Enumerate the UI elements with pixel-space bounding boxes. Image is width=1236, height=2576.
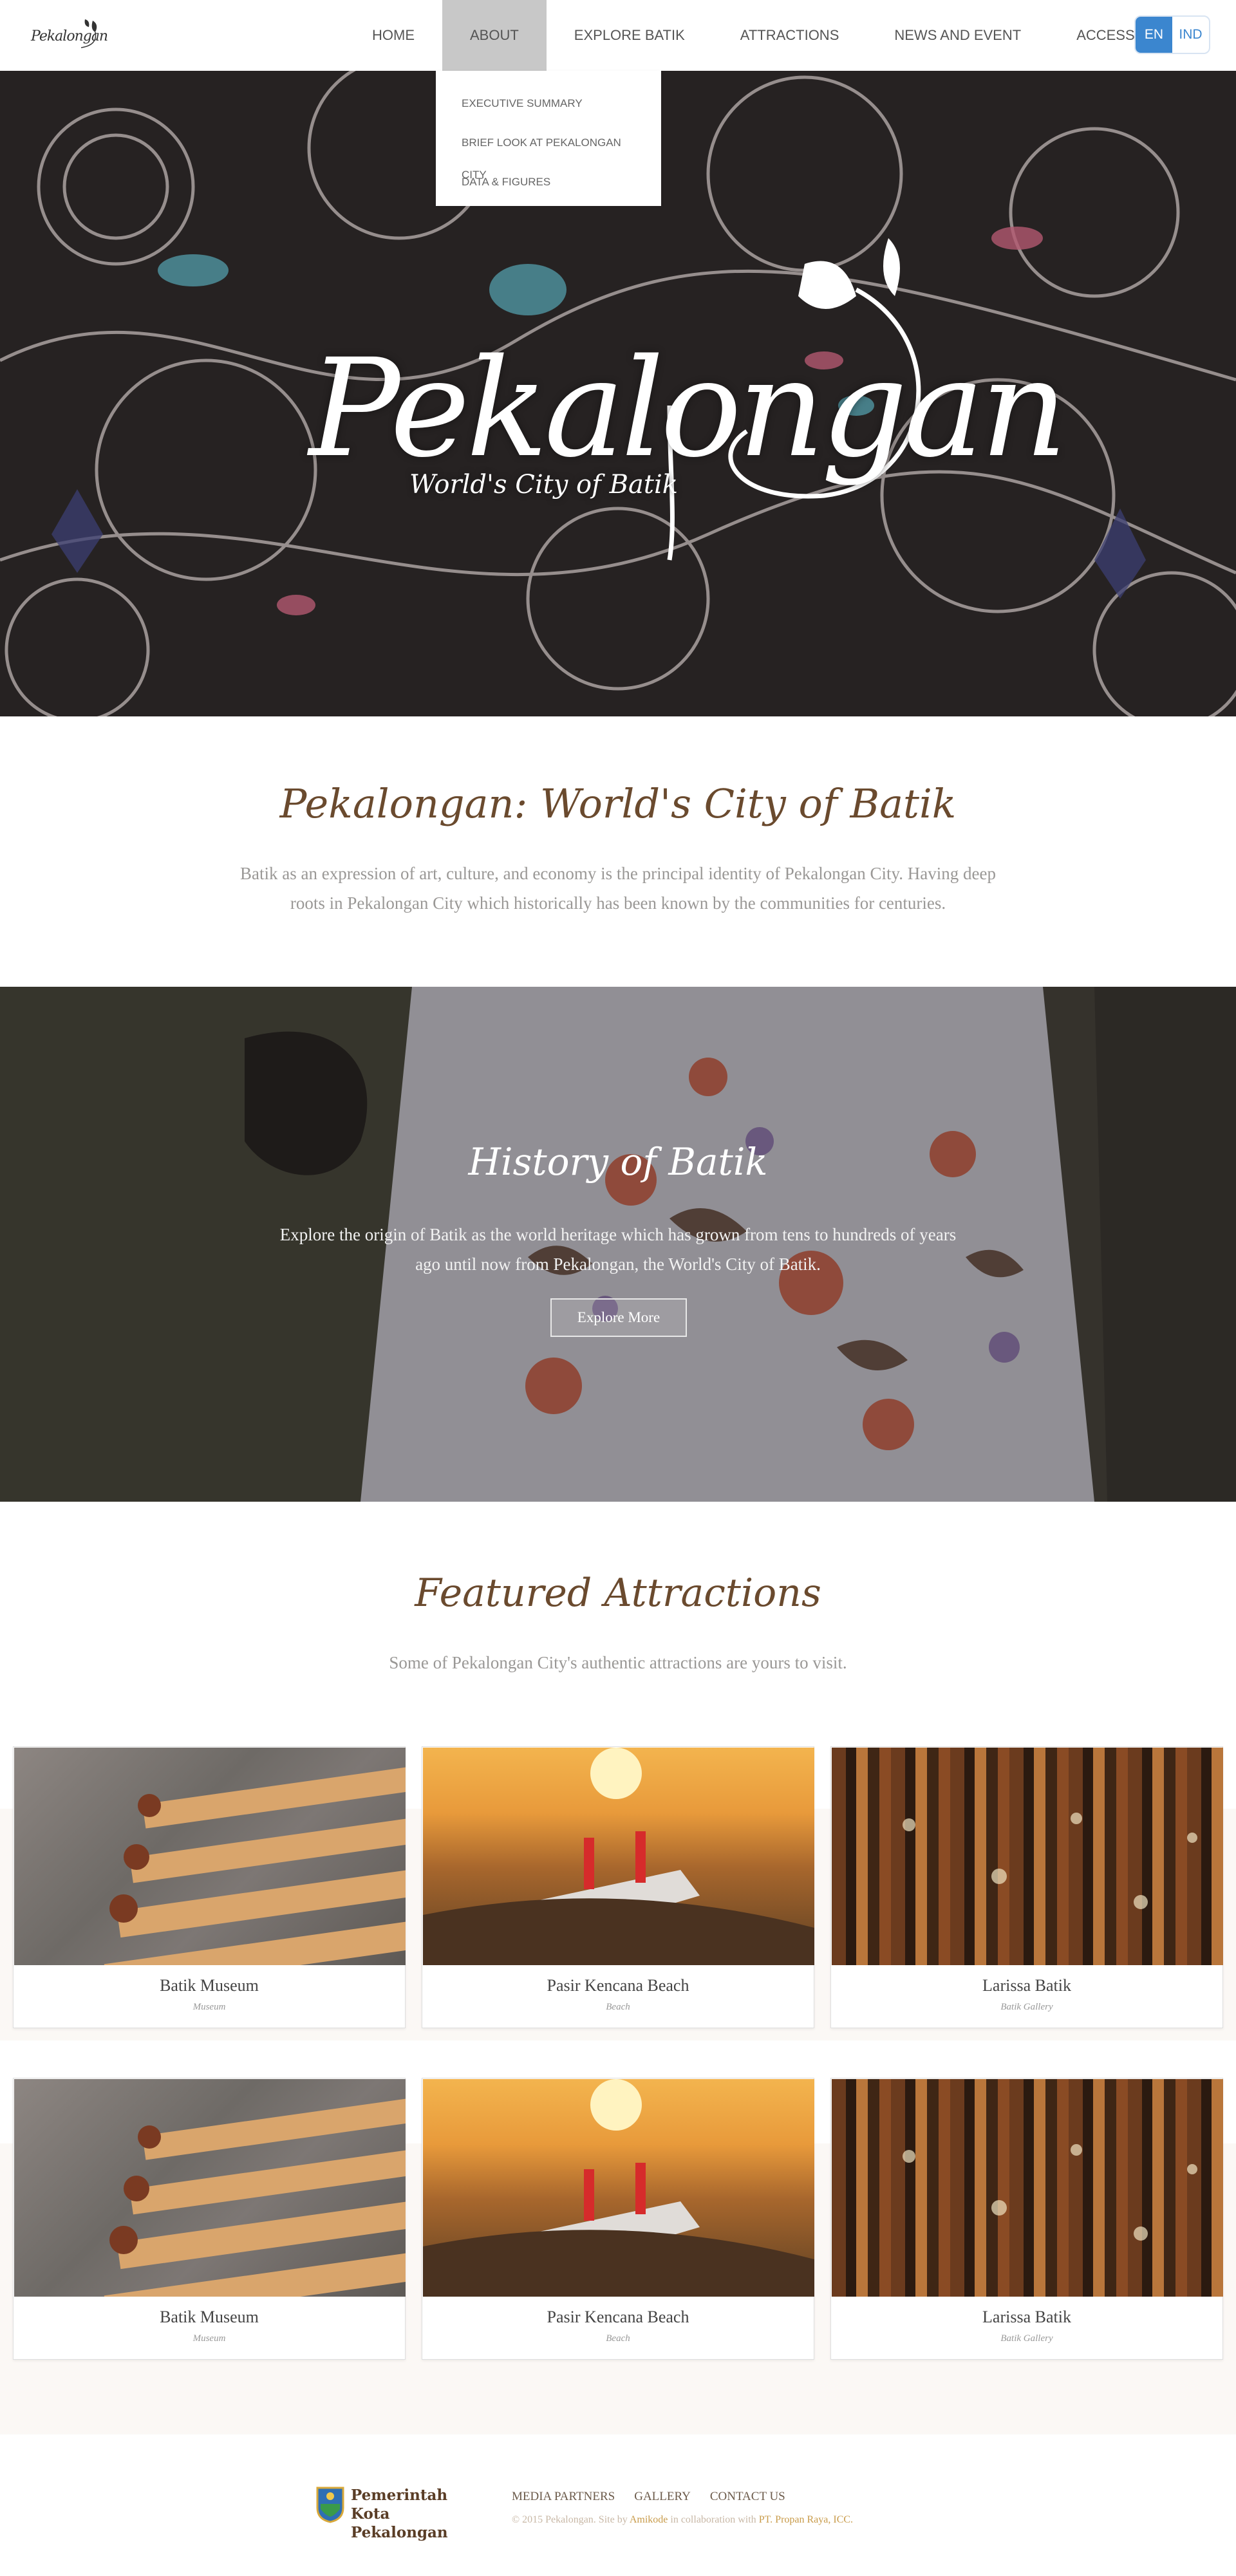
menu-item-home[interactable]: HOME [344, 0, 442, 71]
card-title: Batik Museum [160, 1976, 259, 1995]
lang-ind-button[interactable]: IND [1172, 17, 1209, 53]
card-title: Larissa Batik [982, 1976, 1071, 1995]
dropdown-item-data-figures[interactable]: DATA & FIGURES [436, 166, 661, 205]
card-title: Larissa Batik [982, 2308, 1071, 2326]
site-logo[interactable]: Pekalongan [28, 15, 112, 54]
footer-links: MEDIA PARTNERS GALLERY CONTACT US [512, 2490, 805, 2504]
card-category: Museum [192, 2333, 226, 2344]
menu-item-about[interactable]: ABOUT [442, 0, 547, 71]
dropdown-item-brief-look[interactable]: BRIEF LOOK AT PEKALONGAN CITY [436, 127, 661, 181]
site-footer: Pemerintah Kota Pekalongan MEDIA PARTNER… [0, 2434, 1236, 2576]
card-title: Pasir Kencana Beach [547, 2308, 689, 2326]
card-category: Batik Gallery [1000, 2333, 1053, 2344]
footer-link-media-partners[interactable]: MEDIA PARTNERS [512, 2490, 615, 2504]
top-navbar: Pekalongan HOME ABOUT EXPLORE BATIK ATTR… [0, 0, 1236, 71]
attraction-card[interactable]: Batik Museum Museum [13, 1746, 406, 2028]
language-switcher: EN IND [1134, 15, 1210, 54]
about-dropdown-menu: EXECUTIVE SUMMARY BRIEF LOOK AT PEKALONG… [436, 71, 661, 206]
history-heading: History of Batik [468, 1140, 768, 1184]
footer-logo-line1: Pemerintah [351, 2487, 448, 2504]
footer-link-gallery[interactable]: GALLERY [634, 2490, 691, 2504]
history-section: History of Batik Explore the origin of B… [0, 987, 1236, 1502]
copyright-mid: in collaboration with [670, 2514, 756, 2525]
government-logo[interactable]: Pemerintah Kota Pekalongan [315, 2486, 476, 2541]
batik-gallery-image [832, 2079, 1223, 2297]
intro-paragraph: Batik as an expression of art, culture, … [240, 864, 996, 913]
card-title: Batik Museum [160, 2308, 259, 2326]
lang-en-button[interactable]: EN [1136, 17, 1172, 53]
batik-museum-image [14, 1748, 406, 1965]
copyright-prefix: © 2015 Pekalongan. Site by [512, 2514, 628, 2525]
hero-subtitle: World's City of Batik [409, 470, 678, 499]
main-menu: HOME ABOUT EXPLORE BATIK ATTRACTIONS NEW… [344, 0, 1163, 71]
footer-copyright: © 2015 Pekalongan. Site by Amikode in co… [512, 2514, 853, 2526]
footer-link-contact-us[interactable]: CONTACT US [710, 2490, 785, 2504]
card-title: Pasir Kencana Beach [547, 1976, 689, 1995]
partner-credit-link[interactable]: PT. Propan Raya, ICC. [759, 2514, 853, 2525]
dropdown-item-executive-summary[interactable]: EXECUTIVE SUMMARY [436, 88, 661, 127]
footer-logo-line2: Kota Pekalongan [351, 2505, 448, 2541]
history-paragraph: Explore the origin of Batik as the world… [279, 1225, 957, 1274]
card-category: Beach [606, 2002, 630, 2012]
site-credit-link[interactable]: Amikode [630, 2514, 668, 2525]
attraction-card[interactable]: Pasir Kencana Beach Beach [422, 1746, 814, 2028]
batik-gallery-image [832, 1748, 1223, 1965]
beach-image [423, 2079, 814, 2297]
card-category: Museum [192, 2002, 226, 2012]
explore-more-button[interactable]: Explore More [550, 1298, 687, 1337]
featured-heading: Featured Attractions [415, 1571, 821, 1616]
beach-image [423, 1748, 814, 1965]
batik-museum-image [14, 2079, 406, 2297]
card-category: Batik Gallery [1000, 2002, 1053, 2012]
city-crest-icon [316, 2487, 344, 2523]
menu-item-news-and-event[interactable]: NEWS AND EVENT [866, 0, 1049, 71]
hero-title: Pekalongan [309, 330, 1067, 487]
menu-item-attractions[interactable]: ATTRACTIONS [713, 0, 867, 71]
attraction-card[interactable]: Larissa Batik Batik Gallery [830, 2078, 1223, 2360]
featured-subtitle: Some of Pekalongan City's authentic attr… [389, 1653, 847, 1672]
card-category: Beach [606, 2333, 630, 2344]
attraction-card[interactable]: Pasir Kencana Beach Beach [422, 2078, 814, 2360]
menu-item-explore-batik[interactable]: EXPLORE BATIK [547, 0, 713, 71]
intro-heading: Pekalongan: World's City of Batik [279, 780, 957, 827]
attraction-card[interactable]: Larissa Batik Batik Gallery [830, 1746, 1223, 2028]
attraction-card[interactable]: Batik Museum Museum [13, 2078, 406, 2360]
logo-text: Pekalongan [31, 28, 108, 44]
